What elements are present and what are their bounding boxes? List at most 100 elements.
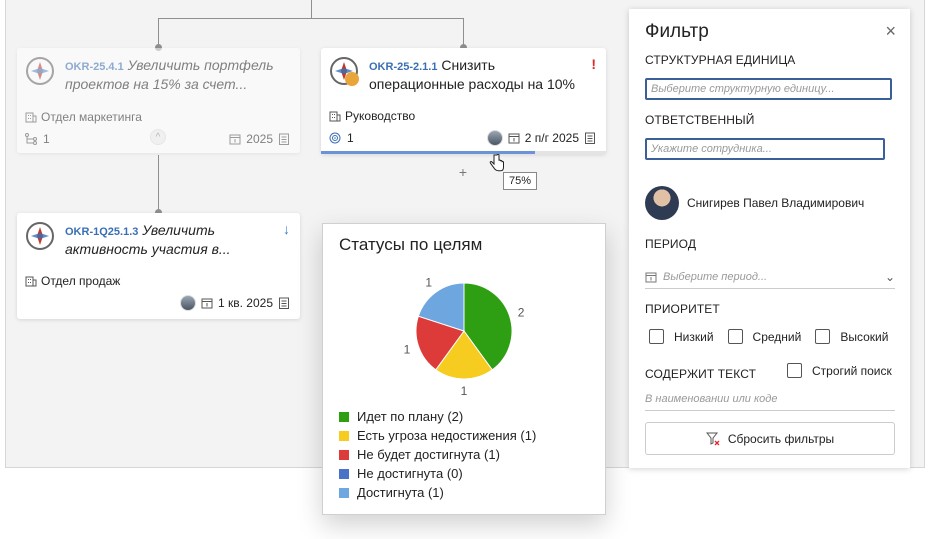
card-period: 2 п/г 2025 (524, 131, 579, 145)
card-title[interactable]: OKR-25.4.1 Увеличить портфель проектов н… (65, 57, 284, 93)
card-meta: 2025 (229, 132, 290, 146)
legend-swatch (339, 449, 349, 460)
unit-input[interactable] (645, 78, 892, 100)
progress-tooltip: 75% (503, 172, 538, 190)
avatar[interactable] (180, 295, 196, 311)
period-placeholder: Выберите период... (663, 270, 768, 283)
org-unit-label: Отдел продаж (41, 274, 121, 288)
org-unit: Руководство (329, 109, 415, 123)
priority-options: Низкий Средний Высокий (649, 329, 902, 344)
building-icon (25, 276, 37, 287)
card-meta: 2 п/г 2025 (486, 130, 596, 146)
tree-connector (311, 0, 312, 19)
avatar[interactable] (486, 130, 503, 146)
chart-legend: Идет по плану (2) Есть угроза недостижени… (339, 407, 536, 502)
legend-swatch (339, 411, 349, 422)
priority-medium-label: Средний (752, 329, 802, 344)
okr-card-marketing[interactable]: OKR-25.4.1 Увеличить портфель проектов н… (17, 48, 300, 153)
status-chart-panel: Статусы по целям 2 1 1 1 Идет по плану (2) Е… (322, 223, 606, 515)
card-code[interactable]: OKR-25.4.1 (65, 61, 124, 73)
checklist-icon[interactable] (278, 133, 290, 145)
checkbox[interactable] (815, 329, 831, 344)
legend-label: Не будет достигнута (1) (357, 447, 500, 462)
slice-value-label: 1 (425, 275, 432, 289)
children-count-value: 1 (347, 131, 354, 145)
compass-icon (330, 57, 359, 86)
legend-swatch (339, 430, 349, 441)
period-select[interactable]: Выберите период... ⌄ (645, 265, 895, 289)
card-code[interactable]: OKR-1Q25.1.3 (65, 226, 138, 238)
org-unit-label: Отдел маркетинга (41, 110, 142, 124)
collapse-button[interactable]: ^ (150, 129, 166, 145)
hierarchy-icon (25, 133, 37, 145)
priority-high-indicator: ! (591, 56, 596, 72)
slice-value-label: 1 (404, 343, 411, 357)
card-title[interactable]: OKR-25-2.1.1 Снизить операционные расход… (369, 57, 590, 93)
org-unit-label: Руководство (345, 109, 416, 123)
children-count: 1 (329, 131, 354, 145)
progress-bar[interactable] (321, 151, 606, 154)
text-search-input[interactable]: В наименовании или коде (645, 393, 895, 411)
filter-clear-icon (705, 432, 720, 445)
pie-chart: 2 1 1 1 (404, 275, 525, 398)
checklist-icon[interactable] (278, 297, 290, 309)
calendar-icon (229, 134, 241, 145)
selected-person[interactable]: Снигирев Павел Владимирович (645, 186, 864, 220)
legend-label: Идет по плану (2) (357, 409, 464, 424)
legend-label: Есть угроза недостижения (1) (357, 428, 537, 443)
checkbox[interactable] (649, 329, 664, 344)
slice-value-label: 1 (461, 384, 468, 398)
add-child-button[interactable]: + (454, 163, 472, 181)
filter-panel: Фильтр × СТРУКТУРНАЯ ЕДИНИЦА ОТВЕТСТВЕНН… (629, 9, 910, 468)
compass-icon (26, 222, 54, 250)
legend-item[interactable]: Достигнута (1) (339, 483, 536, 502)
avatar (645, 186, 679, 220)
legend-swatch (339, 487, 349, 498)
tree-connector (158, 155, 159, 213)
reset-filters-label: Сбросить фильтры (727, 431, 835, 446)
card-title[interactable]: OKR-1Q25.1.3 Увеличить активность участи… (65, 222, 284, 258)
checkbox[interactable] (787, 363, 802, 378)
legend-label: Достигнута (1) (357, 485, 444, 500)
calendar-icon (645, 272, 657, 282)
priority-low-indicator: ↓ (283, 221, 290, 237)
responsible-label: ОТВЕТСТВЕННЫЙ (645, 113, 755, 127)
okr-tree-screen: OKR-25.4.1 Увеличить портфель проектов н… (0, 0, 929, 539)
legend-label: Не достигнута (0) (357, 466, 463, 481)
calendar-icon (201, 298, 213, 309)
tree-connector (158, 18, 464, 19)
responsible-input[interactable] (645, 138, 885, 160)
card-code[interactable]: OKR-25-2.1.1 (369, 61, 437, 73)
children-count-value: 1 (43, 132, 50, 146)
card-meta: 1 кв. 2025 (180, 295, 290, 311)
strict-search[interactable]: Строгий поиск (787, 363, 892, 378)
target-icon (329, 132, 341, 144)
close-icon[interactable]: × (885, 21, 896, 42)
chevron-down-icon: ⌄ (884, 269, 895, 284)
reset-filters-button[interactable]: Сбросить фильтры (645, 422, 895, 455)
priority-low-label: Низкий (674, 329, 714, 344)
legend-item[interactable]: Не достигнута (0) (339, 464, 536, 483)
priority-high-label: Высокий (840, 329, 889, 344)
checkbox[interactable] (727, 329, 743, 344)
chart-title: Статусы по целям (339, 235, 483, 254)
slice-value-label: 2 (518, 305, 525, 319)
legend-swatch (339, 468, 349, 479)
priority-high[interactable]: Высокий (815, 329, 888, 344)
legend-item[interactable]: Есть угроза недостижения (1) (339, 426, 536, 445)
calendar-icon (508, 133, 520, 144)
card-period: 2025 (246, 132, 273, 146)
legend-item[interactable]: Идет по плану (2) (339, 407, 536, 426)
org-unit: Отдел маркетинга (25, 110, 142, 124)
priority-low[interactable]: Низкий (649, 329, 714, 344)
hand-cursor-icon (489, 154, 504, 172)
priority-label: ПРИОРИТЕТ (645, 302, 720, 316)
legend-item[interactable]: Не будет достигнута (1) (339, 445, 536, 464)
unit-label: СТРУКТУРНАЯ ЕДИНИЦА (645, 53, 796, 67)
okr-card-sales[interactable]: OKR-1Q25.1.3 Увеличить активность участи… (17, 213, 300, 319)
priority-medium[interactable]: Средний (727, 329, 802, 344)
okr-card-management[interactable]: OKR-25-2.1.1 Снизить операционные расход… (321, 48, 606, 154)
building-icon (25, 112, 37, 123)
checklist-icon[interactable] (584, 132, 596, 144)
filter-title: Фильтр (645, 21, 709, 42)
